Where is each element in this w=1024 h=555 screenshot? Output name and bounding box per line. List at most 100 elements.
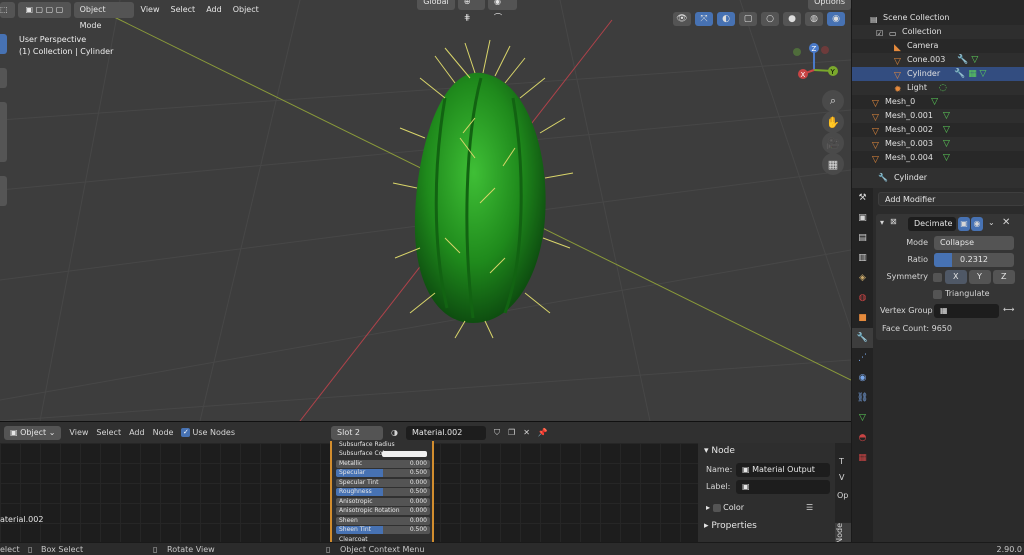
realtime-toggle-icon[interactable]: ▣: [958, 217, 970, 231]
render-tab-icon[interactable]: ▣: [852, 208, 873, 228]
render-toggle-icon[interactable]: ◉: [971, 217, 983, 231]
physics-tab-icon[interactable]: ◉: [852, 368, 873, 388]
triangulate-checkbox[interactable]: [933, 290, 942, 299]
outliner-row-light[interactable]: ✹ Light ◌: [852, 81, 1024, 95]
outliner-row-camera[interactable]: ◣ Camera: [852, 39, 1024, 53]
node-panel-header[interactable]: ▾ Node: [704, 446, 735, 456]
unlink-icon[interactable]: ✕: [523, 428, 530, 437]
node-row-sheen-tint[interactable]: Sheen Tint 0.500: [336, 526, 430, 534]
outliner-row-cylinder[interactable]: ▽ Cylinder 🔧 ▦ ▽: [852, 67, 1024, 81]
list-icon[interactable]: ☰: [806, 503, 813, 512]
modifier-tab-icon[interactable]: 🔧: [852, 328, 873, 348]
3d-viewport[interactable]: ⬚ ▣ ▢ ▢ ▢ Object Mode View Select Add Ob…: [0, 0, 851, 421]
sym-axis-z[interactable]: Z: [993, 270, 1015, 284]
properties-panel[interactable]: ▸ Properties: [704, 521, 757, 531]
proportional-edit-icon[interactable]: ◉ ⌒: [487, 0, 517, 22]
outliner-row-mesh0-003[interactable]: ▽ Mesh_0.003 ▽: [852, 137, 1024, 151]
material-shading-icon[interactable]: ◍: [805, 12, 823, 26]
collapse-arrow-icon[interactable]: ▾: [880, 218, 884, 227]
tab-t[interactable]: T: [839, 457, 844, 466]
node-row-subsurface-radius[interactable]: Subsurface Radius: [336, 441, 430, 449]
options-dropdown[interactable]: Options: [808, 0, 851, 10]
object-tab-icon[interactable]: ■: [852, 308, 873, 328]
tab-op[interactable]: Op: [837, 491, 848, 500]
overlay-icon[interactable]: ◐: [717, 12, 735, 26]
output-tab-icon[interactable]: ▤: [852, 228, 873, 248]
node-row-roughness[interactable]: Roughness 0.500: [336, 488, 430, 496]
editor-type-dropdown[interactable]: ▣ Object ⌄: [4, 425, 62, 440]
node-row-sheen[interactable]: Sheen 0.000: [336, 517, 430, 525]
scene-tab-icon[interactable]: ◈: [852, 268, 873, 288]
dropdown-chevron-icon[interactable]: ⌄: [988, 218, 995, 227]
rendered-shading-icon[interactable]: ◉: [827, 12, 845, 26]
particles-tab-icon[interactable]: ⋰: [852, 348, 873, 368]
outliner-row-mesh0-004[interactable]: ▽ Mesh_0.004 ▽: [852, 151, 1024, 165]
tab-node[interactable]: Node: [835, 523, 851, 544]
checkbox-icon[interactable]: ☑: [876, 27, 885, 38]
add-modifier-button[interactable]: Add Modifier: [878, 192, 1024, 206]
tool-cursor[interactable]: [0, 68, 7, 88]
menu-add[interactable]: Add: [202, 2, 226, 18]
snap-icon[interactable]: ⊕ ⋕: [457, 0, 485, 22]
zoom-icon[interactable]: ⌕: [822, 90, 844, 112]
ratio-slider[interactable]: 0.2312: [934, 253, 1014, 267]
duplicate-icon[interactable]: ❐: [508, 428, 515, 437]
menu-add[interactable]: Add: [129, 428, 145, 437]
menu-object[interactable]: Object: [229, 2, 263, 18]
symmetry-checkbox[interactable]: [933, 273, 942, 282]
outliner-row-mesh0-001[interactable]: ▽ Mesh_0.001 ▽: [852, 109, 1024, 123]
menu-select[interactable]: Select: [96, 428, 121, 437]
view-layer-tab-icon[interactable]: ▥: [852, 248, 873, 268]
menu-select[interactable]: Select: [167, 2, 200, 18]
principled-bsdf-node[interactable]: Subsurface Radius Subsurface Color Metal…: [330, 441, 434, 544]
gizmo-icon[interactable]: ⤧: [695, 12, 713, 26]
use-nodes-checkbox[interactable]: ✓: [181, 428, 191, 437]
node-row-metallic[interactable]: Metallic 0.000: [336, 460, 430, 468]
outliner-row-mesh0[interactable]: ▽ Mesh_0 ▽: [852, 95, 1024, 109]
constraints-tab-icon[interactable]: ⛓: [852, 388, 873, 408]
world-tab-icon[interactable]: ◍: [852, 288, 873, 308]
fake-user-icon[interactable]: ⛉: [494, 428, 500, 438]
node-row-anisotropic-rotation[interactable]: Anisotropic Rotation 0.000: [336, 507, 430, 515]
node-label-field[interactable]: ▣: [736, 480, 830, 494]
outliner-row-scene-collection[interactable]: ▤ Scene Collection: [852, 11, 1024, 25]
color-panel[interactable]: ▸ Color: [706, 503, 744, 512]
node-row-anisotropic[interactable]: Anisotropic 0.000: [336, 498, 430, 506]
pan-hand-icon[interactable]: ✋: [822, 111, 844, 133]
navigation-gizmo[interactable]: Z Y X: [792, 40, 851, 90]
material-name-field[interactable]: Material.002: [406, 425, 487, 440]
menu-view[interactable]: View: [69, 428, 88, 437]
camera-view-icon[interactable]: 🎥: [822, 132, 844, 154]
texture-tab-icon[interactable]: ▦: [852, 448, 873, 468]
vertex-group-field[interactable]: ▦: [934, 304, 999, 318]
node-row-subsurface-color[interactable]: Subsurface Color: [336, 450, 430, 458]
pin-icon[interactable]: 📌: [538, 428, 548, 437]
tool-annotate[interactable]: [0, 176, 7, 206]
sym-axis-y[interactable]: Y: [969, 270, 991, 284]
tool-move[interactable]: [0, 102, 7, 162]
invert-arrows-icon[interactable]: ⟷: [1003, 305, 1014, 314]
transform-orientation-dropdown[interactable]: Global: [417, 0, 455, 10]
material-tab-icon[interactable]: ◓: [852, 428, 873, 448]
mode-dropdown[interactable]: Collapse: [934, 236, 1014, 250]
node-row-specular-tint[interactable]: Specular Tint 0.000: [336, 479, 430, 487]
visibility-icon[interactable]: 👁: [673, 12, 691, 26]
close-icon[interactable]: ✕: [1002, 217, 1010, 228]
node-name-field[interactable]: ▣ Material Output: [736, 463, 830, 477]
select-mode-icons[interactable]: ▣ ▢ ▢ ▢: [18, 2, 71, 18]
tool-icon[interactable]: ⬚: [0, 2, 16, 18]
tab-v[interactable]: V: [839, 473, 844, 482]
solid-shading-icon[interactable]: ●: [783, 12, 801, 26]
outliner-row-collection[interactable]: ☑ ▭ Collection: [852, 25, 1024, 39]
shader-node-editor[interactable]: ▣ Object ⌄ View Select Add Node ✓ Use No…: [0, 421, 851, 544]
wireframe-shading-icon[interactable]: ○: [761, 12, 779, 26]
sym-axis-x[interactable]: X: [945, 270, 967, 284]
menu-view[interactable]: View: [137, 2, 164, 18]
outliner-row-mesh0-002[interactable]: ▽ Mesh_0.002 ▽: [852, 123, 1024, 137]
xray-icon[interactable]: ▢: [739, 12, 757, 26]
data-tab-icon[interactable]: ▽: [852, 408, 873, 428]
node-row-specular[interactable]: Specular 0.500: [336, 469, 430, 477]
tool-select[interactable]: [0, 34, 7, 54]
perspective-toggle-icon[interactable]: ▦: [822, 153, 844, 175]
modifier-name-field[interactable]: Decimate: [908, 217, 956, 231]
